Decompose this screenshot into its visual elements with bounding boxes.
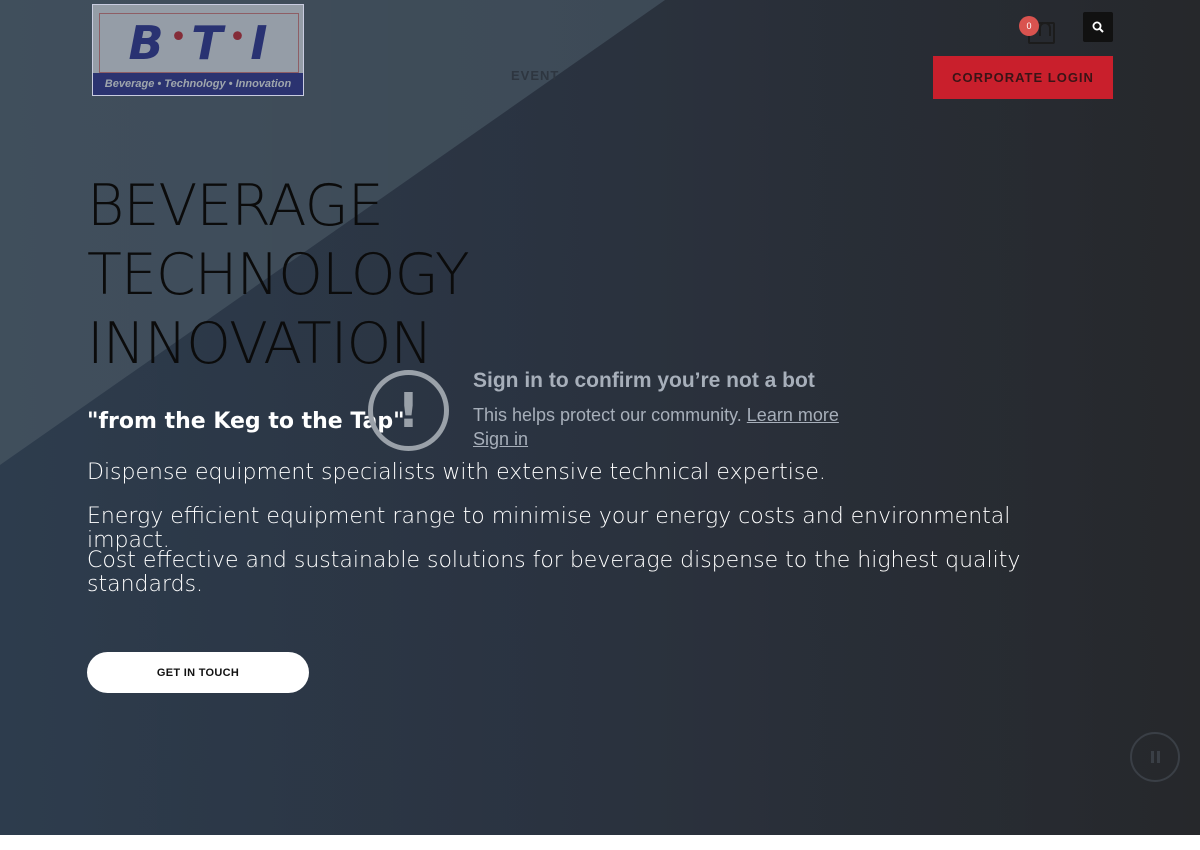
get-in-touch-button[interactable]: GET IN TOUCH <box>87 652 309 693</box>
pause-icon <box>1156 751 1160 763</box>
search-button[interactable] <box>1083 12 1113 42</box>
hero-title-line: TECHNOLOGY <box>87 242 470 308</box>
site-logo[interactable]: B • T • I Beverage • Technology • Innova… <box>92 4 304 96</box>
hero-paragraph: Cost effective and sustainable solutions… <box>87 548 1021 597</box>
hero-title: BEVERAGE TECHNOLOGY INNOVATION <box>87 172 647 379</box>
hero-title-line: BEVERAGE <box>87 173 384 239</box>
main-nav: EVENT <box>511 68 673 83</box>
cart-button[interactable]: 0 <box>1019 14 1057 44</box>
bot-check-title: Sign in to confirm you’re not a bot <box>473 369 815 392</box>
pause-icon <box>1150 751 1154 763</box>
bot-check-text: This helps protect our community. Learn … <box>473 405 839 426</box>
logo-overlay <box>93 5 303 95</box>
learn-more-link[interactable]: Learn more <box>747 405 839 425</box>
hero-tagline: "from the Keg to the Tap" <box>87 409 405 434</box>
search-icon <box>1092 21 1104 33</box>
sign-in-link[interactable]: Sign in <box>473 429 528 450</box>
nav-item-events[interactable]: EVENT <box>511 68 559 83</box>
hero-section: B • T • I Beverage • Technology • Innova… <box>0 0 1200 835</box>
exclamation-icon: ! <box>368 370 449 451</box>
bot-check-message: This helps protect our community. <box>473 405 742 425</box>
corporate-login-button[interactable]: CORPORATE LOGIN <box>933 56 1113 99</box>
hero-paragraph: Energy efficient equipment range to mini… <box>87 504 1011 553</box>
bag-handle <box>1039 22 1051 36</box>
cart-count-badge: 0 <box>1019 16 1039 36</box>
pause-button[interactable] <box>1130 732 1180 782</box>
hero-paragraph: Dispense equipment specialists with exte… <box>87 460 826 485</box>
exclamation-mark: ! <box>397 382 420 439</box>
